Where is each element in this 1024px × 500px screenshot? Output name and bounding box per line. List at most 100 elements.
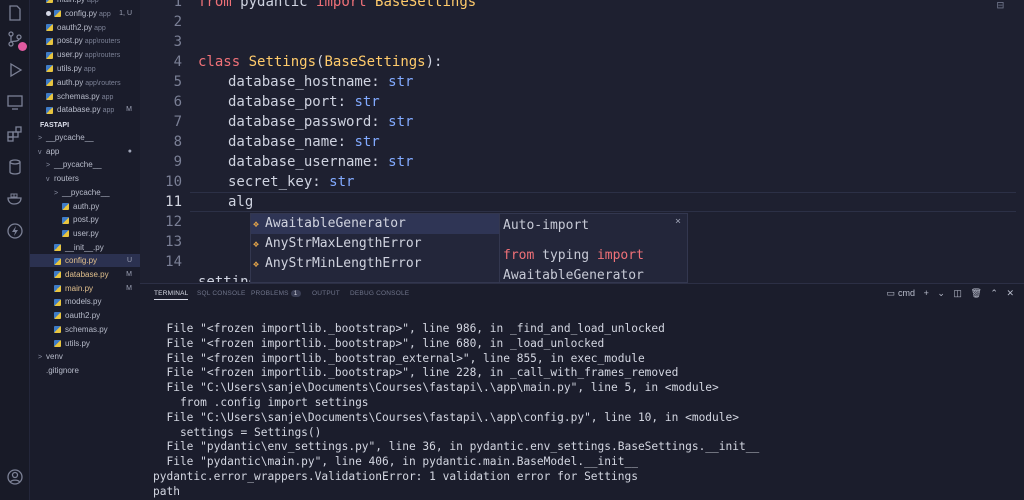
suggestion-label: AnyStrMinLengthError: [265, 256, 422, 271]
item-label: config.py: [65, 256, 98, 266]
file-item[interactable]: models.py: [30, 295, 140, 308]
file-item[interactable]: post.py: [30, 213, 140, 226]
suggestion-item[interactable]: ❖ AnyStrMaxLengthError: [251, 234, 499, 254]
open-editor-item[interactable]: oauth2.py app: [30, 21, 140, 34]
code-line-field: database_hostname: str: [228, 74, 414, 90]
suggestion-item[interactable]: ❖ AwaitableGenerator: [251, 214, 499, 234]
python-file-icon: [54, 271, 61, 279]
file-item[interactable]: oauth2.py: [30, 309, 140, 322]
panel-actions: ▭ cmd + ⌄ ◫ 🗑 ⌃ ✕: [881, 288, 1014, 299]
activity-bar: [0, 0, 30, 500]
open-editor-item[interactable]: auth.py app\routers: [30, 76, 140, 89]
line-number: 12: [165, 214, 182, 230]
suggestion-item[interactable]: ❖ AnyStrMinLengthError: [251, 254, 499, 274]
file-item[interactable]: config.py U: [30, 254, 140, 268]
folder-item[interactable]: v routers: [30, 172, 140, 185]
item-label: post.py: [73, 215, 99, 225]
open-editor-item[interactable]: database.py app M: [30, 103, 140, 116]
close-icon[interactable]: ×: [675, 216, 681, 227]
line-number: 13: [165, 234, 182, 250]
line-number: 5: [173, 74, 182, 90]
python-file-icon: [62, 202, 69, 210]
field-type: str: [329, 174, 355, 190]
autocomplete-detail: Auto-import × from typing import Awaitab…: [500, 213, 688, 283]
tab-debug-console[interactable]: DEBUG CONSOLE: [350, 290, 409, 297]
open-editor-item[interactable]: utils.py app: [30, 62, 140, 75]
folder-item[interactable]: > __pycache__: [30, 158, 140, 171]
field-type: str: [388, 154, 414, 170]
open-editor-item[interactable]: post.py app\routers: [30, 34, 140, 47]
item-label: utils.py: [65, 338, 90, 348]
item-label: app: [46, 146, 60, 156]
file-path: app\routers: [85, 79, 121, 87]
open-editor-item[interactable]: config.py app 1, U: [30, 7, 140, 20]
folder-item[interactable]: > __pycache__: [30, 186, 140, 199]
folder-item[interactable]: v app ●: [30, 145, 140, 158]
terminal-line: File "pydantic\env_settings.py", line 36…: [153, 440, 760, 454]
file-item[interactable]: auth.py: [30, 200, 140, 213]
autocomplete-list[interactable]: ❖ AwaitableGenerator ❖ AnyStrMaxLengthError…: [250, 213, 500, 283]
problems-count: 1: [290, 290, 301, 297]
detail-header: Auto-import: [503, 218, 590, 233]
terminal-line: path: [153, 484, 180, 498]
tab-problems[interactable]: PROBLEMS 1: [251, 290, 301, 297]
file-item[interactable]: utils.py: [30, 337, 140, 350]
line-number: 11: [165, 194, 182, 210]
chevron-up-icon[interactable]: ⌃: [990, 288, 998, 298]
field-name: database_username: [228, 154, 372, 170]
new-terminal-icon[interactable]: +: [924, 288, 929, 298]
split-editor-icon[interactable]: ⊟: [997, 0, 1004, 12]
open-editor-item[interactable]: main.pyapp: [30, 0, 140, 6]
file-item[interactable]: database.py M: [30, 268, 140, 281]
account-icon[interactable]: [6, 468, 24, 486]
chevron-right-icon: >: [54, 189, 59, 197]
file-path: app: [83, 66, 96, 73]
file-name: utils.py: [57, 64, 82, 73]
remote-explorer-icon[interactable]: [6, 93, 24, 111]
thunder-client-icon[interactable]: [6, 222, 24, 240]
explorer-icon[interactable]: [6, 4, 24, 22]
tab-sql-console[interactable]: SQL CONSOLE: [197, 290, 246, 297]
folder-item[interactable]: > venv: [30, 350, 140, 363]
line-number: 10: [165, 174, 182, 190]
file-status: 1, U: [119, 9, 132, 17]
terminal-output[interactable]: File "<frozen importlib._bootstrap>", li…: [153, 322, 759, 500]
file-item[interactable]: .gitignore: [30, 364, 140, 377]
field-name: database_name: [228, 134, 338, 150]
python-file-icon: [62, 230, 69, 238]
code-line-4: class Settings(BaseSettings):: [198, 54, 443, 70]
file-item[interactable]: schemas.py: [30, 323, 140, 336]
file-path: app: [102, 107, 115, 115]
database-icon[interactable]: [6, 158, 24, 176]
terminal-line: File "C:\Users\sanje\Documents\Courses\f…: [153, 410, 739, 424]
run-debug-icon[interactable]: [6, 61, 24, 79]
docker-icon[interactable]: [6, 189, 24, 207]
close-panel-icon[interactable]: ✕: [1006, 288, 1014, 298]
item-label: database.py: [65, 270, 109, 279]
split-terminal-icon[interactable]: ◫: [953, 288, 962, 298]
file-status: ●: [127, 147, 132, 155]
source-control-icon[interactable]: [6, 30, 27, 51]
file-item[interactable]: __init__.py: [30, 241, 140, 254]
file-item[interactable]: main.py M: [30, 282, 140, 295]
extensions-icon[interactable]: [6, 125, 24, 143]
terminal-shell-label[interactable]: cmd: [898, 288, 915, 298]
line-number: 6: [173, 94, 182, 110]
open-editor-item[interactable]: schemas.py app: [30, 90, 140, 103]
trash-icon[interactable]: 🗑: [970, 288, 981, 298]
file-item[interactable]: user.py: [30, 227, 140, 240]
python-file-icon: [54, 257, 61, 265]
folder-item[interactable]: > __pycache__: [30, 131, 140, 144]
python-file-icon: [46, 0, 53, 4]
python-file-icon: [46, 106, 53, 114]
tab-terminal[interactable]: TERMINAL: [154, 290, 189, 300]
file-path: app: [99, 10, 111, 18]
terminal-line: from .config import settings: [153, 395, 369, 409]
file-path: app: [101, 93, 114, 101]
field-type: str: [388, 114, 414, 130]
chevron-down-icon[interactable]: ⌄: [937, 288, 945, 298]
field-name: database_password: [228, 114, 372, 130]
tab-output[interactable]: OUTPUT: [312, 290, 340, 297]
item-label: __pycache__: [46, 133, 94, 142]
open-editor-item[interactable]: user.py app\routers: [30, 48, 140, 61]
